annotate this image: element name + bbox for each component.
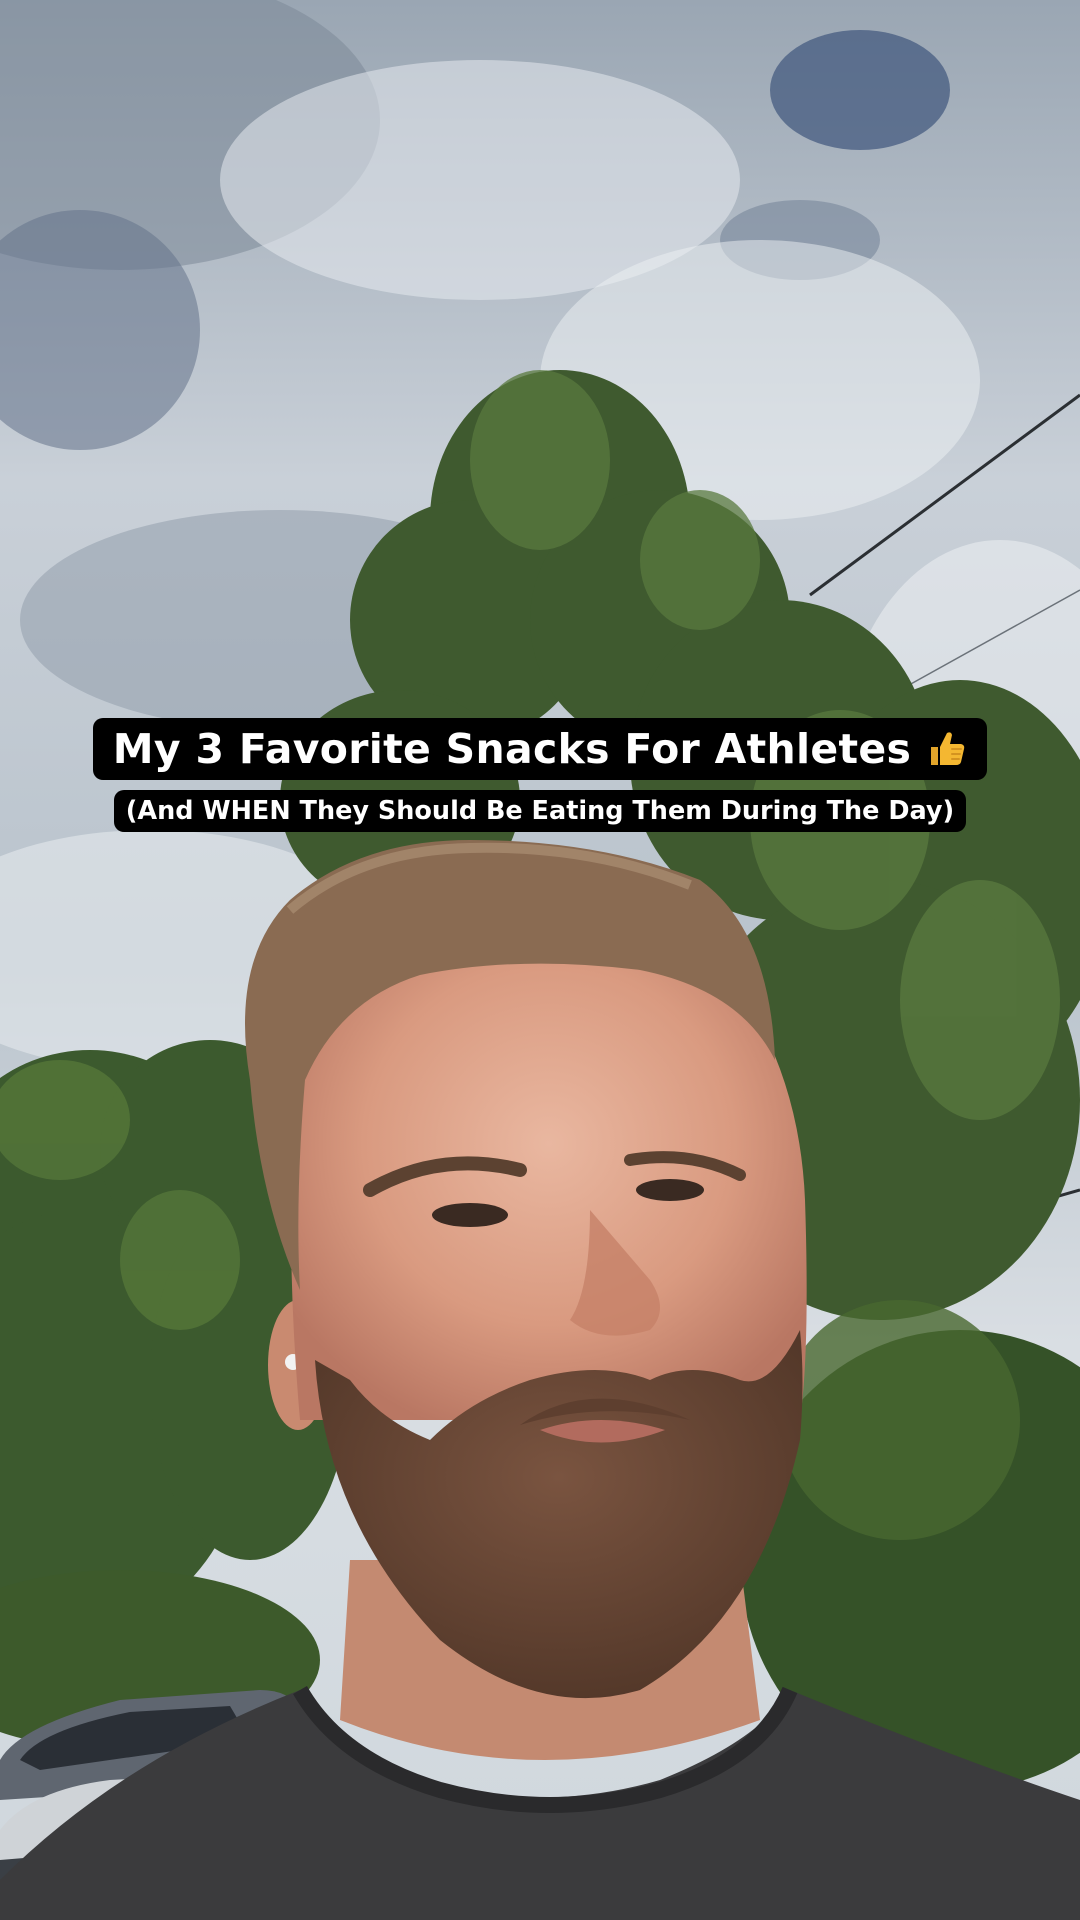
video-frame: My 3 Favorite Snacks For Athletes (And W… [0, 0, 1080, 1920]
background-photo [0, 0, 1080, 1920]
